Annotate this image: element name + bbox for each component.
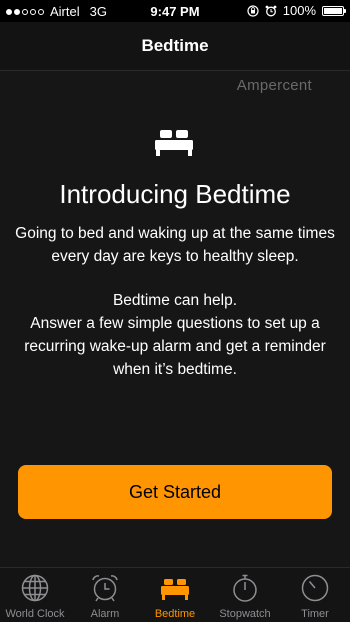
tab-world-clock[interactable]: World Clock: [0, 568, 70, 622]
tab-bedtime[interactable]: Bedtime: [140, 568, 210, 622]
rotation-lock-icon: [247, 4, 259, 17]
bed-icon: [155, 130, 193, 156]
tab-label: World Clock: [5, 608, 65, 620]
status-bar: Airtel 3G 9:47 PM 100%: [0, 0, 350, 22]
tab-stopwatch[interactable]: Stopwatch: [210, 568, 280, 622]
battery-percent: 100%: [282, 3, 316, 18]
intro-paragraph: Bedtime can help.: [112, 292, 238, 309]
bed-icon: [161, 579, 189, 600]
intro-paragraph: Answer a few simple questions to set up …: [24, 315, 326, 378]
globe-icon: [21, 574, 49, 602]
intro-title: Introducing Bedtime: [59, 179, 291, 209]
get-started-button[interactable]: Get Started: [18, 465, 332, 519]
battery-icon: [322, 5, 346, 16]
bedtime-intro: Ampercent Introducing Bedtime Going to b…: [0, 71, 350, 567]
alarm-clock-icon: [92, 575, 118, 602]
stopwatch-icon: [233, 574, 257, 602]
intro-paragraph: Going to bed and waking up at the same t…: [15, 225, 335, 265]
watermark: Ampercent: [236, 77, 312, 94]
tab-timer[interactable]: Timer: [280, 568, 350, 622]
tab-bar: World Clock Alarm Bedtime Stopwatch Time…: [0, 567, 350, 622]
tab-label: Timer: [301, 608, 329, 620]
tab-label: Stopwatch: [219, 608, 271, 620]
page-title: Bedtime: [141, 36, 209, 55]
status-right: 100%: [247, 3, 346, 18]
tab-label: Bedtime: [154, 608, 196, 620]
alarm-status-icon: [265, 5, 277, 16]
navigation-bar: Bedtime: [0, 22, 350, 71]
tab-label: Alarm: [90, 608, 120, 620]
timer-icon: [301, 574, 329, 602]
tab-alarm[interactable]: Alarm: [70, 568, 140, 622]
